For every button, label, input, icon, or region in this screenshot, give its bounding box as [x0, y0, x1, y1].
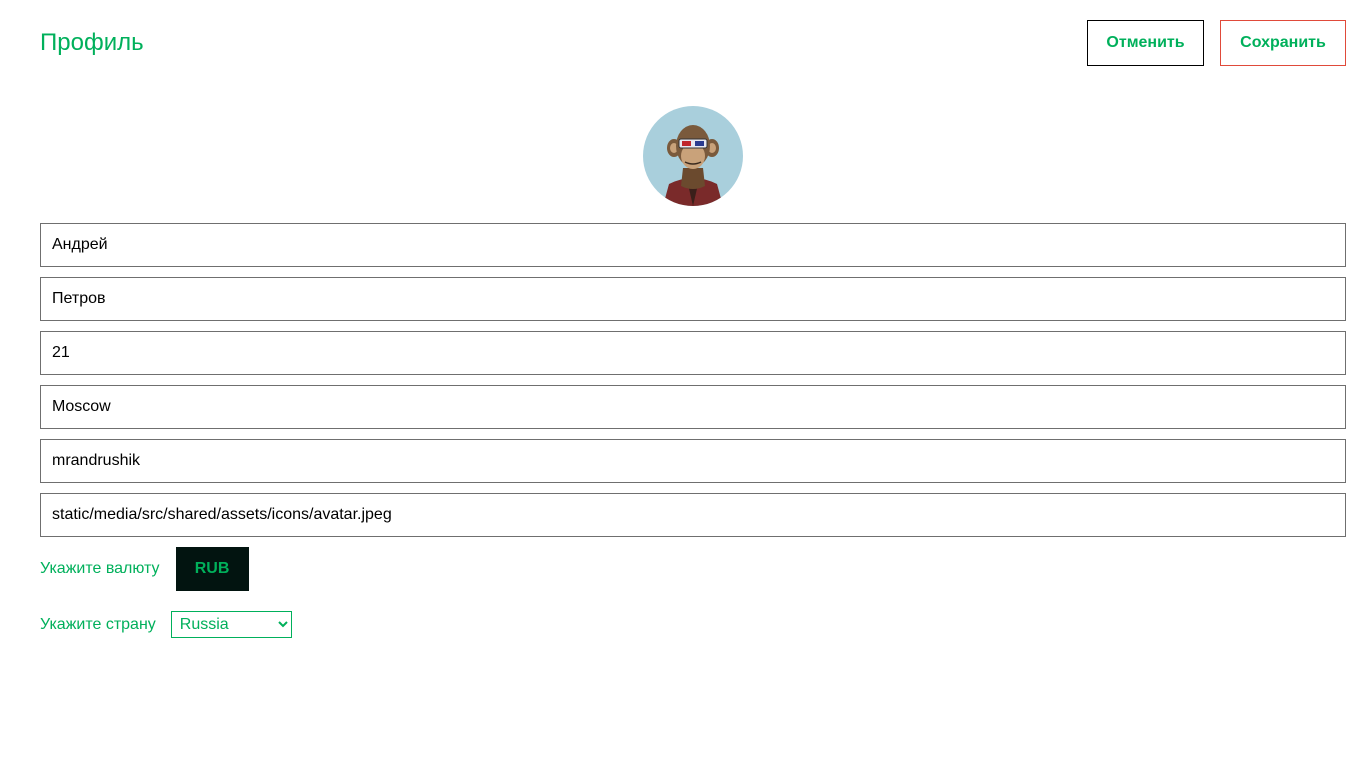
profile-form [40, 223, 1346, 547]
currency-select-button[interactable]: RUB [175, 547, 249, 591]
country-row: Укажите страну Russia [40, 611, 292, 638]
cancel-button[interactable]: Отменить [1087, 20, 1204, 66]
first-name-field[interactable] [40, 223, 1346, 267]
username-field[interactable] [40, 439, 1346, 483]
city-field[interactable] [40, 385, 1346, 429]
avatar [643, 106, 743, 206]
country-select[interactable]: Russia [170, 611, 292, 638]
profile-header: Профиль Отменить Сохранить [40, 20, 1346, 66]
save-button[interactable]: Сохранить [1220, 20, 1346, 66]
currency-label: Укажите валюту [40, 560, 160, 577]
page-title: Профиль [40, 29, 144, 56]
age-field[interactable] [40, 331, 1346, 375]
last-name-field[interactable] [40, 277, 1346, 321]
avatar-path-field[interactable] [40, 493, 1346, 537]
profile-page: Профиль Отменить Сохранить Андрей Петров… [0, 0, 1366, 768]
currency-row: Укажите валюту RUB [40, 547, 249, 591]
ape-avatar-image [643, 106, 743, 206]
country-label: Укажите страну [40, 615, 156, 633]
